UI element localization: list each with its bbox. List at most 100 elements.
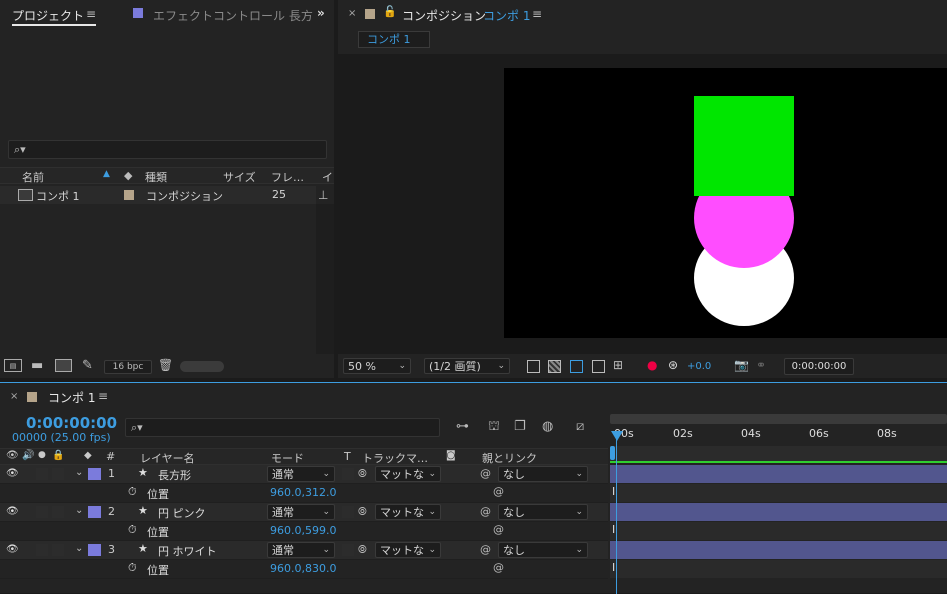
graph-editor-icon[interactable]: ⧄ xyxy=(576,419,584,434)
col-t[interactable]: T xyxy=(344,450,351,463)
timeline-tab[interactable]: コンポ 1 xyxy=(48,389,95,406)
project-scrollbar[interactable] xyxy=(316,204,334,354)
comp-panel-menu-icon[interactable]: ≡ xyxy=(532,7,542,21)
region-of-interest-icon[interactable] xyxy=(592,360,605,373)
panel-menu-icon[interactable]: ≡ xyxy=(86,7,96,21)
visibility-eye-icon[interactable]: 👁 xyxy=(6,544,19,555)
close-icon[interactable]: × xyxy=(348,8,356,19)
playhead-handle[interactable] xyxy=(611,431,623,441)
layer-name[interactable]: 円 ピンク xyxy=(158,505,206,521)
project-search-input[interactable]: ⌕▾ xyxy=(8,140,327,159)
blend-mode-dropdown[interactable]: 通常 ⌄ xyxy=(267,542,335,558)
layer-duration-bar[interactable] xyxy=(610,503,947,521)
interpret-footage-icon[interactable]: ▤ xyxy=(4,359,22,372)
track-matte-dropdown[interactable]: マットな ⌄ xyxy=(375,504,441,520)
exposure-value[interactable]: +0.0 xyxy=(687,361,711,372)
thumbnail-slider[interactable] xyxy=(180,361,224,372)
sort-arrow-icon[interactable]: ▲ xyxy=(103,169,110,179)
blend-mode-dropdown[interactable]: 通常 ⌄ xyxy=(267,504,335,520)
bpc-button[interactable]: 16 bpc xyxy=(104,360,152,374)
solo-icon[interactable]: ● xyxy=(38,450,46,460)
property-value[interactable]: 960.0,312.0 xyxy=(270,486,336,499)
chevron-down-icon[interactable]: ⌄ xyxy=(75,543,83,554)
property-value[interactable]: 960.0,599.0 xyxy=(270,524,336,537)
show-snapshot-icon[interactable]: ⚭ xyxy=(756,358,766,372)
property-value[interactable]: 960.0,830.0 xyxy=(270,562,336,575)
col-frame[interactable]: フレ… xyxy=(271,169,304,185)
stopwatch-icon[interactable]: ⏱ xyxy=(128,561,137,575)
flowchart-icon[interactable]: ⊥ xyxy=(318,188,328,202)
track-matte-pickwhip-icon[interactable]: ⦾ xyxy=(358,543,367,557)
project-item-row[interactable]: コンポ 1 コンポジション 25 xyxy=(0,186,316,204)
grid-guides-icon[interactable]: ⊞ xyxy=(613,358,623,372)
parent-dropdown[interactable]: なし ⌄ xyxy=(498,504,588,520)
label-column-icon[interactable]: ◆ xyxy=(84,450,92,461)
comp-viewer[interactable] xyxy=(338,54,947,354)
lock-icon[interactable]: 🔓 xyxy=(383,5,397,18)
transparency-grid-icon[interactable] xyxy=(548,360,561,373)
col-type[interactable]: 種類 xyxy=(145,169,167,185)
layer-label-color[interactable] xyxy=(88,506,101,518)
timeline-search-input[interactable]: ⌕▾ xyxy=(125,418,440,437)
timeline-menu-icon[interactable]: ≡ xyxy=(98,389,108,403)
col-size[interactable]: サイズ xyxy=(223,169,256,185)
keyframe-marker-icon[interactable]: I xyxy=(612,523,615,536)
track-matte-dropdown[interactable]: マットな ⌄ xyxy=(375,542,441,558)
comp-flowchart-icon[interactable]: ⊶ xyxy=(456,419,469,434)
keyframe-marker-icon[interactable]: I xyxy=(612,485,615,498)
comp-sub-tab[interactable]: コンポ 1 xyxy=(358,31,430,48)
motion-blur-icon[interactable]: ◍ xyxy=(542,419,553,434)
blend-mode-dropdown[interactable]: 通常 ⌄ xyxy=(267,466,335,482)
track-matte-dropdown[interactable]: マットな ⌄ xyxy=(375,466,441,482)
current-timecode[interactable]: 0:00:00:00 xyxy=(26,414,117,432)
solo-switch[interactable] xyxy=(36,506,48,518)
layer-row[interactable]: 👁 ⌄ 2 ★ 円 ピンク 通常 ⌄ ⦾ マットな ⌄ @ なし ⌄ xyxy=(0,503,608,522)
parent-dropdown[interactable]: なし ⌄ xyxy=(498,542,588,558)
lock-switch[interactable] xyxy=(52,544,64,556)
property-row[interactable]: ⏱ 位置 960.0,830.0 @ xyxy=(0,560,608,579)
track-matte-pickwhip-icon[interactable]: ⦾ xyxy=(358,505,367,519)
fast-preview-icon[interactable] xyxy=(527,360,540,373)
property-track[interactable]: I xyxy=(610,522,947,540)
eye-icon[interactable]: 👁 xyxy=(6,450,19,461)
property-track[interactable]: I xyxy=(610,560,947,578)
parent-pickwhip-icon[interactable]: @ xyxy=(480,543,491,556)
track-matte-pickwhip-icon[interactable]: ⦾ xyxy=(358,467,367,481)
color-management-icon[interactable]: ⊛ xyxy=(668,358,678,372)
property-row[interactable]: ⏱ 位置 960.0,599.0 @ xyxy=(0,522,608,541)
work-area-bar[interactable] xyxy=(610,414,947,424)
shy-layers-icon[interactable]: ⛫ xyxy=(488,419,500,436)
snapshot-icon[interactable]: 📷 xyxy=(734,358,749,372)
stopwatch-icon[interactable]: ⏱ xyxy=(128,485,137,499)
expression-pickwhip-icon[interactable]: @ xyxy=(493,523,504,536)
col-extra[interactable]: イ xyxy=(322,169,333,185)
expression-pickwhip-icon[interactable]: @ xyxy=(493,485,504,498)
chevron-down-icon[interactable]: ⌄ xyxy=(75,505,83,516)
layer-label-color[interactable] xyxy=(88,544,101,556)
green-square[interactable] xyxy=(694,96,794,196)
layer-name[interactable]: 円 ホワイト xyxy=(158,543,217,559)
comp-tab-prefix[interactable]: コンポジション xyxy=(402,7,486,24)
col-mode[interactable]: モード xyxy=(271,450,304,466)
preserve-transparency-switch[interactable] xyxy=(342,544,354,556)
property-track[interactable]: I xyxy=(610,484,947,502)
work-area-start-handle[interactable] xyxy=(610,446,615,460)
tab-effect-controls[interactable]: エフェクトコントロール 長方 xyxy=(153,7,313,24)
parent-pickwhip-icon[interactable]: @ xyxy=(480,467,491,480)
expression-pickwhip-icon[interactable]: @ xyxy=(493,561,504,574)
preserve-transparency-switch[interactable] xyxy=(342,468,354,480)
new-folder-icon[interactable]: ▬ xyxy=(31,358,43,373)
visibility-eye-icon[interactable]: 👁 xyxy=(6,468,19,479)
col-parent[interactable]: 親とリンク xyxy=(482,450,537,466)
preserve-transparency-switch[interactable] xyxy=(342,506,354,518)
layer-row[interactable]: 👁 ⌄ 1 ★ 長方形 通常 ⌄ ⦾ マットな ⌄ @ なし ⌄ xyxy=(0,465,608,484)
new-composition-icon[interactable] xyxy=(55,359,72,372)
col-track-matte[interactable]: トラックマ… xyxy=(362,450,428,466)
audio-icon[interactable]: 🔊 xyxy=(22,450,34,461)
col-layer-name[interactable]: レイヤー名 xyxy=(140,450,195,466)
comp-timecode[interactable]: 0:00:00:00 xyxy=(784,358,854,375)
time-ruler[interactable]: 00s 02s 04s 06s 08s xyxy=(610,424,947,446)
visibility-eye-icon[interactable]: 👁 xyxy=(6,506,19,517)
switch-icon[interactable]: ◙ xyxy=(446,450,456,461)
mask-visibility-icon[interactable] xyxy=(570,360,583,373)
